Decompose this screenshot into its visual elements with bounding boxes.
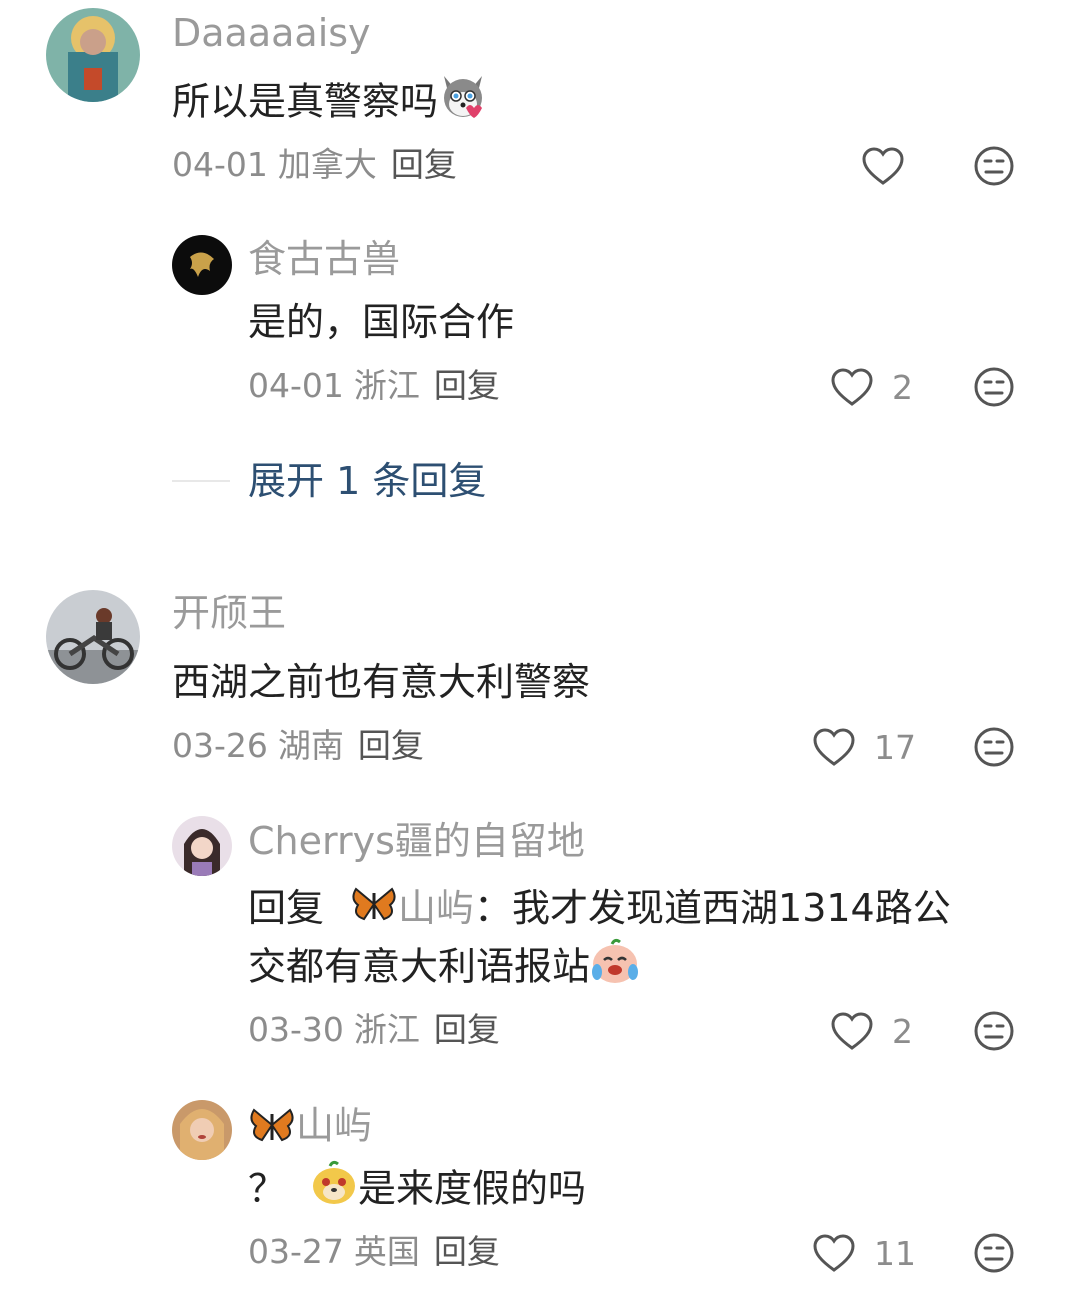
reply-button[interactable]: 回复 [434, 366, 500, 405]
like-button[interactable]: 11 [812, 1231, 916, 1275]
comment-meta: 04-01 浙江 回复 [248, 369, 500, 402]
avatar[interactable] [46, 8, 140, 102]
comment-location: 英国 [353, 1232, 420, 1271]
butterfly-emoji-icon [248, 1106, 296, 1150]
comment-location: 浙江 [353, 1010, 420, 1049]
crying-laugh-emoji-icon [590, 938, 640, 1000]
like-button[interactable] [861, 144, 905, 188]
comment-location: 加拿大 [277, 145, 377, 184]
username[interactable]: 山屿 [248, 1106, 372, 1150]
comment-meta: 03-27 英国 回复 [248, 1235, 500, 1268]
like-count: 17 [874, 727, 916, 767]
comment-text: 所以是真警察吗 [172, 72, 488, 136]
comment-text: 回复 山屿：我才发现道西湖1314路公 [248, 880, 951, 939]
comment-date: 04-01 [248, 366, 344, 405]
like-count: 11 [874, 1233, 916, 1273]
like-button[interactable]: 2 [830, 365, 913, 409]
comment-meta: 04-01 加拿大 回复 [172, 148, 457, 181]
comment-body-line2: 交都有意大利语报站 [248, 944, 591, 989]
neutral-face-icon[interactable] [973, 145, 1015, 187]
comment-location: 浙江 [353, 366, 420, 405]
reply-prefix: 回复 [248, 886, 325, 930]
reply-button[interactable]: 回复 [434, 1010, 500, 1049]
comment-body: 所以是真警察吗 [172, 79, 439, 124]
comment-text-line2: 交都有意大利语报站 [248, 938, 640, 1000]
reply-prefix: ？ [248, 1166, 287, 1211]
username[interactable]: Daaaaaisy [172, 14, 371, 52]
like-button[interactable]: 17 [812, 725, 916, 769]
comment-body-line1: ：我才发现道西湖1314路公 [474, 886, 951, 930]
avatar[interactable] [46, 590, 140, 684]
reply-button[interactable]: 回复 [434, 1232, 500, 1271]
comment-text: 是的，国际合作 [248, 300, 515, 344]
username[interactable]: Cherrys疆的自留地 [248, 822, 585, 860]
reply-button[interactable]: 回复 [391, 145, 457, 184]
butterfly-emoji-icon [350, 882, 398, 939]
husky-emoji-icon [438, 72, 488, 136]
mention-username[interactable]: 山屿 [398, 886, 474, 930]
comment-text: 西湖之前也有意大利警察 [172, 660, 591, 704]
comment-text: ？ 是来度假的吗 [248, 1160, 586, 1222]
comment-location: 湖南 [277, 726, 344, 765]
username[interactable]: 食古古兽 [248, 240, 400, 278]
username[interactable]: 开颀王 [172, 594, 286, 632]
comment-body: 是来度假的吗 [358, 1166, 587, 1211]
avatar[interactable] [172, 235, 232, 295]
comment-date: 03-30 [248, 1010, 344, 1049]
heart-outline-icon [831, 1012, 873, 1050]
heart-outline-icon [813, 728, 855, 766]
expand-divider [172, 480, 230, 482]
like-button[interactable]: 2 [830, 1009, 913, 1053]
heart-outline-icon [831, 368, 873, 406]
neutral-face-icon[interactable] [973, 726, 1015, 768]
heart-outline-icon [813, 1234, 855, 1272]
comment-meta: 03-30 浙江 回复 [248, 1013, 500, 1046]
comment-date: 03-26 [172, 726, 268, 765]
like-count: 2 [892, 367, 913, 407]
avatar[interactable] [172, 816, 232, 876]
expand-replies-button[interactable]: 展开 1 条回复 [248, 462, 486, 500]
bear-emoji-icon [310, 1160, 358, 1222]
neutral-face-icon[interactable] [973, 366, 1015, 408]
comment-meta: 03-26 湖南 回复 [172, 729, 424, 762]
reply-button[interactable]: 回复 [358, 726, 424, 765]
like-count: 2 [892, 1011, 913, 1051]
username-text: 山屿 [296, 1103, 373, 1148]
neutral-face-icon[interactable] [973, 1010, 1015, 1052]
comment-date: 04-01 [172, 145, 268, 184]
avatar[interactable] [172, 1100, 232, 1160]
comment-date: 03-27 [248, 1232, 344, 1271]
neutral-face-icon[interactable] [973, 1232, 1015, 1274]
heart-outline-icon [862, 147, 904, 185]
